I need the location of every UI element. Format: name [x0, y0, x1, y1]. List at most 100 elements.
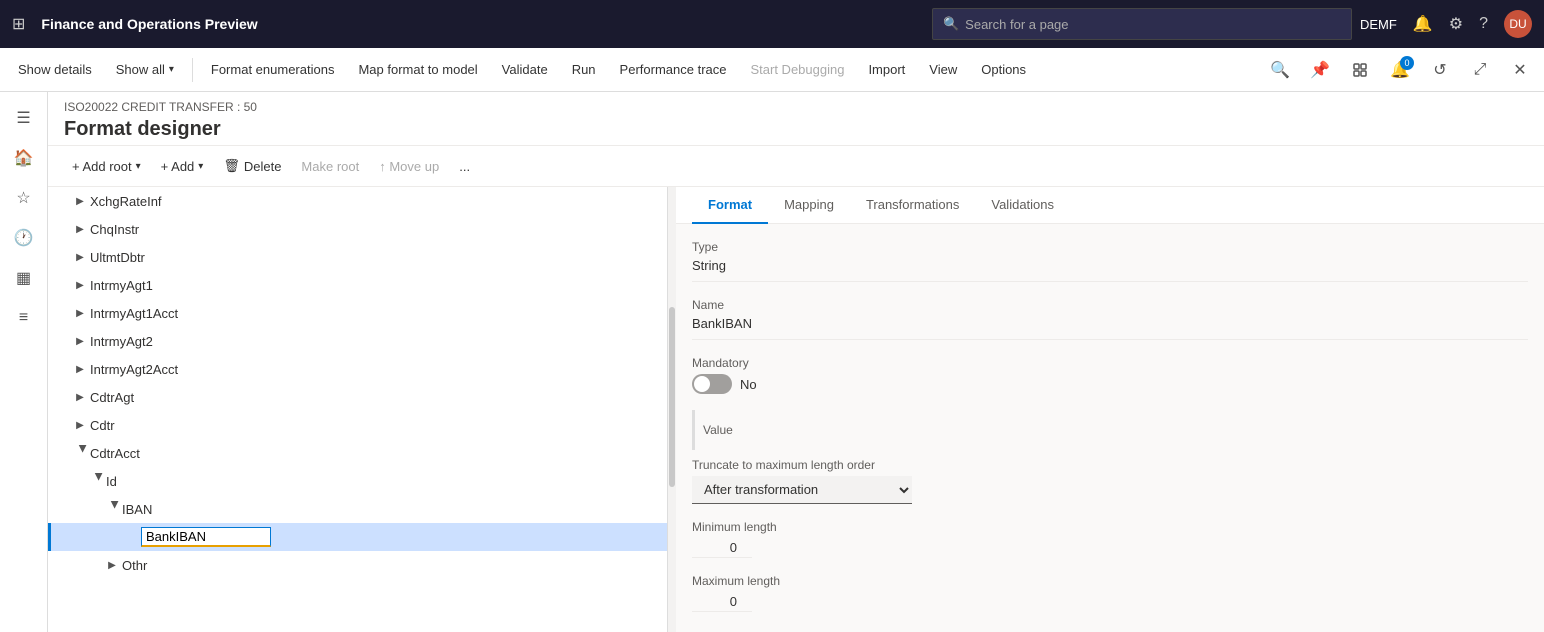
tree-label-IntrmyAgt1Acct: IntrmyAgt1Acct [90, 306, 659, 321]
tree-edit-input-BankIBAN[interactable] [141, 527, 271, 547]
sidebar-icon-home[interactable]: 🏠 [6, 140, 42, 176]
delete-button[interactable]: 🗑 Delete [215, 150, 289, 182]
refresh-icon[interactable]: ↺ [1424, 54, 1456, 86]
tree-item-IntrmyAgt1[interactable]: ▶ IntrmyAgt1 [48, 271, 667, 299]
bell-icon[interactable]: 🔔 [1413, 14, 1433, 34]
start-debugging-button[interactable]: Start Debugging [740, 52, 854, 88]
mandatory-toggle[interactable] [692, 374, 732, 394]
toolbar-right-icons: 🔍 📌 🔔 0 ↺ ⤢ ✕ [1264, 54, 1536, 86]
truncate-dropdown[interactable]: After transformation [692, 476, 912, 504]
tree-item-UltmtDbtr[interactable]: ▶ UltmtDbtr [48, 243, 667, 271]
left-sidebar: ☰ 🏠 ☆ 🕐 ▦ ≡ [0, 92, 48, 632]
search-icon: 🔍 [943, 16, 959, 32]
tab-transformations[interactable]: Transformations [850, 187, 975, 224]
help-icon[interactable]: ? [1479, 15, 1488, 33]
expand-icon-Cdtr: ▶ [72, 417, 88, 433]
value-divider[interactable] [692, 410, 695, 450]
format-enumerations-button[interactable]: Format enumerations [201, 52, 345, 88]
show-all-chevron-icon: ▾ [169, 64, 174, 75]
tree-item-IntrmyAgt2Acct[interactable]: ▶ IntrmyAgt2Acct [48, 355, 667, 383]
sidebar-icon-workspaces[interactable]: ▦ [6, 260, 42, 296]
tabs-bar: Format Mapping Transformations Validatio… [676, 187, 1544, 224]
mandatory-label: Mandatory [692, 356, 1528, 370]
tree-item-CdtrAgt[interactable]: ▶ CdtrAgt [48, 383, 667, 411]
expand-icon-ChqInstr: ▶ [72, 221, 88, 237]
min-length-input[interactable] [692, 538, 752, 558]
field-group-max-length: Maximum length [692, 574, 1528, 612]
min-length-label: Minimum length [692, 520, 1528, 534]
expand-icon-CdtrAgt: ▶ [72, 389, 88, 405]
expand-icon-IntrmyAgt2Acct: ▶ [72, 361, 88, 377]
grid-apps-icon[interactable]: ⊞ [12, 14, 25, 34]
user-avatar[interactable]: DU [1504, 10, 1532, 38]
field-group-mandatory: Mandatory No [692, 356, 1528, 394]
field-group-type: Type String [692, 240, 1528, 282]
tree-item-IntrmyAgt1Acct[interactable]: ▶ IntrmyAgt1Acct [48, 299, 667, 327]
close-icon[interactable]: ✕ [1504, 54, 1536, 86]
tree-item-IntrmyAgt2[interactable]: ▶ IntrmyAgt2 [48, 327, 667, 355]
options-button[interactable]: Options [971, 52, 1036, 88]
add-root-button[interactable]: + Add root ▾ [64, 150, 149, 182]
toolbar-window-icon[interactable] [1344, 54, 1376, 86]
tree-scrollbar[interactable] [668, 187, 676, 632]
more-button[interactable]: ... [451, 150, 478, 182]
tab-validations[interactable]: Validations [975, 187, 1070, 224]
name-value: BankIBAN [692, 316, 1528, 340]
tree-label-Othr: Othr [122, 558, 659, 573]
add-button[interactable]: + Add ▾ [153, 150, 212, 182]
settings-icon[interactable]: ⚙ [1449, 14, 1463, 34]
import-button[interactable]: Import [858, 52, 915, 88]
search-box[interactable]: 🔍 Search for a page [932, 8, 1352, 40]
expand-icon-IntrmyAgt1Acct: ▶ [72, 305, 88, 321]
show-all-button[interactable]: Show all ▾ [106, 52, 184, 88]
toolbar-pin-icon[interactable]: 📌 [1304, 54, 1336, 86]
add-root-chevron-icon: ▾ [136, 161, 141, 172]
tree-panel: ▶ XchgRateInf ▶ ChqInstr ▶ UltmtDbtr ▶ I… [48, 187, 668, 632]
expand-icon[interactable]: ⤢ [1464, 54, 1496, 86]
tree-item-Id[interactable]: ▶ Id [48, 467, 667, 495]
tree-item-XchgRateInf[interactable]: ▶ XchgRateInf [48, 187, 667, 215]
right-content: Type String Name BankIBAN Mandatory No [676, 224, 1544, 632]
toolbar-search-icon[interactable]: 🔍 [1264, 54, 1296, 86]
tree-label-CdtrAgt: CdtrAgt [90, 390, 659, 405]
tree-item-CdtrAcct[interactable]: ▶ CdtrAcct [48, 439, 667, 467]
tab-mapping[interactable]: Mapping [768, 187, 850, 224]
sidebar-icon-favorites[interactable]: ☆ [6, 180, 42, 216]
make-root-button[interactable]: Make root [293, 150, 367, 182]
tree-label-Cdtr: Cdtr [90, 418, 659, 433]
tree-label-IntrmyAgt2Acct: IntrmyAgt2Acct [90, 362, 659, 377]
tree-item-IBAN[interactable]: ▶ IBAN [48, 495, 667, 523]
tab-format[interactable]: Format [692, 187, 768, 224]
main-toolbar: Show details Show all ▾ Format enumerati… [0, 48, 1544, 92]
tree-item-Cdtr[interactable]: ▶ Cdtr [48, 411, 667, 439]
run-button[interactable]: Run [562, 52, 606, 88]
max-length-input[interactable] [692, 592, 752, 612]
expand-icon-IBAN: ▶ [104, 501, 120, 517]
tree-label-Id: Id [106, 474, 659, 489]
expand-icon-CdtrAcct: ▶ [72, 445, 88, 461]
tree-label-ChqInstr: ChqInstr [90, 222, 659, 237]
expand-icon-UltmtDbtr: ▶ [72, 249, 88, 265]
tree-item-Othr[interactable]: ▶ Othr [48, 551, 667, 579]
tree-item-ChqInstr[interactable]: ▶ ChqInstr [48, 215, 667, 243]
sidebar-icon-menu[interactable]: ☰ [6, 100, 42, 136]
show-details-button[interactable]: Show details [8, 52, 102, 88]
notification-icon[interactable]: 🔔 0 [1384, 54, 1416, 86]
sidebar-icon-list[interactable]: ≡ [6, 300, 42, 336]
add-chevron-icon: ▾ [198, 161, 203, 172]
action-bar: + Add root ▾ + Add ▾ 🗑 Delete Make root … [48, 146, 1544, 187]
user-name: DEMF [1360, 17, 1397, 32]
performance-trace-button[interactable]: Performance trace [610, 52, 737, 88]
tree-item-BankIBAN[interactable]: ▶ [48, 523, 667, 551]
expand-icon-Othr: ▶ [104, 557, 120, 573]
expand-icon-IntrmyAgt2: ▶ [72, 333, 88, 349]
move-up-button[interactable]: ↑ Move up [371, 150, 447, 182]
tree-label-XchgRateInf: XchgRateInf [90, 194, 659, 209]
show-all-label: Show all [116, 62, 165, 77]
right-panel: Format Mapping Transformations Validatio… [676, 187, 1544, 632]
map-format-to-model-button[interactable]: Map format to model [348, 52, 487, 88]
validate-button[interactable]: Validate [492, 52, 558, 88]
view-button[interactable]: View [919, 52, 967, 88]
sidebar-icon-recent[interactable]: 🕐 [6, 220, 42, 256]
max-length-label: Maximum length [692, 574, 1528, 588]
